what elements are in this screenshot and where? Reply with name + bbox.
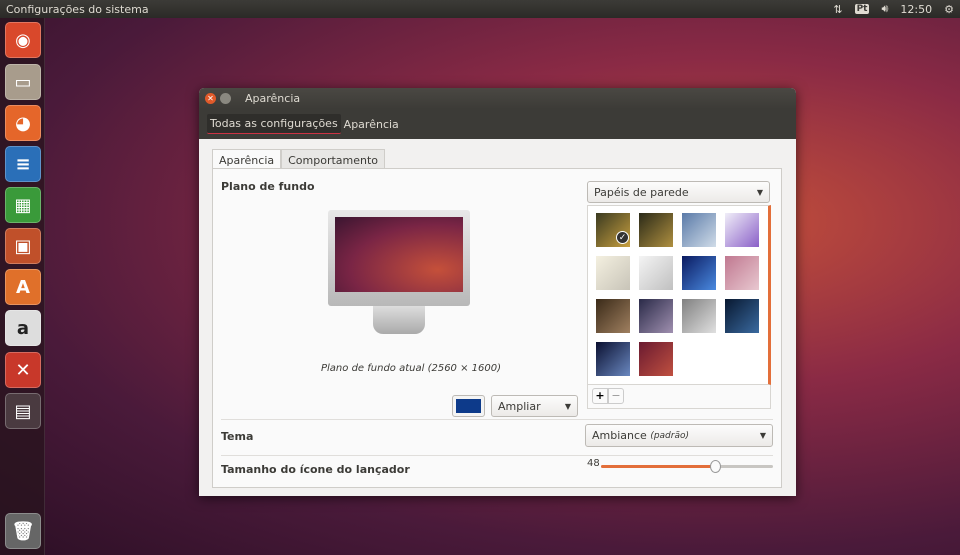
close-button[interactable]: ✕ — [205, 93, 216, 104]
volume-icon[interactable]: 🔊︎ — [881, 2, 888, 16]
wallpaper-thumbnail[interactable] — [639, 213, 673, 247]
gear-icon[interactable]: ⚙ — [944, 3, 954, 16]
wallpaper-toolbar: + − — [587, 385, 771, 409]
theme-default-note: (padrão) — [650, 430, 689, 441]
launcher: ◉ ▭ ◕ ≡ ▦ ▣ Aa ✕ ▤ 🗑 — [0, 18, 45, 555]
background-label: Plano de fundo — [221, 180, 315, 193]
wallpaper-thumbnail[interactable] — [682, 256, 716, 290]
theme-label: Tema — [221, 430, 254, 443]
theme-value: Ambiance — [592, 429, 647, 442]
wallpaper-thumbnail[interactable] — [596, 256, 630, 290]
wallpaper-thumbnail[interactable] — [725, 213, 759, 247]
launcher-amazon-icon[interactable]: a — [5, 310, 41, 346]
wallpaper-thumbnail[interactable] — [725, 299, 759, 333]
keyboard-layout-indicator[interactable]: Pt — [854, 4, 870, 14]
launcher-trash-icon[interactable]: 🗑 — [5, 513, 41, 549]
slider-thumb[interactable] — [709, 460, 721, 473]
chevron-down-icon: ▼ — [759, 431, 766, 440]
launcher-writer-icon[interactable]: ≡ — [5, 146, 41, 182]
launcher-workspace-switcher-icon[interactable]: ▤ — [5, 393, 41, 429]
appearance-window: ✕ Aparência Todas as configurações Aparê… — [199, 88, 796, 496]
breadcrumb: Todas as configurações Aparência — [199, 109, 796, 139]
wallpaper-thumbnail[interactable] — [725, 256, 759, 290]
wallpaper-thumbnail[interactable]: ✓ — [596, 213, 630, 247]
minimize-button[interactable] — [220, 93, 231, 104]
launcher-impress-icon[interactable]: ▣ — [5, 228, 41, 264]
network-icon[interactable]: ⇅ — [833, 3, 842, 16]
top-panel: Configurações do sistema ⇅ Pt 🔊︎ 12:50 ⚙ — [0, 0, 960, 18]
wallpaper-thumbnail[interactable] — [639, 342, 673, 376]
launcher-software-center-icon[interactable]: A — [5, 269, 41, 305]
wallpaper-thumbnail[interactable] — [596, 299, 630, 333]
background-color-button[interactable] — [452, 395, 485, 417]
wallpaper-source-value: Papéis de parede — [594, 185, 689, 199]
monitor-stand — [373, 306, 425, 334]
wallpaper-thumbnail[interactable] — [639, 256, 673, 290]
wallpaper-thumbnail[interactable] — [682, 299, 716, 333]
breadcrumb-appearance[interactable]: Aparência — [341, 115, 402, 134]
monitor-preview — [328, 210, 470, 306]
window-title: Aparência — [245, 92, 301, 105]
add-wallpaper-button[interactable]: + — [592, 388, 608, 404]
chevron-down-icon: ▼ — [756, 187, 763, 197]
background-caption: Plano de fundo atual (2560 × 1600) — [321, 363, 501, 374]
wallpaper-thumbnail[interactable] — [682, 213, 716, 247]
clock[interactable]: 12:50 — [900, 3, 932, 16]
check-icon: ✓ — [616, 231, 629, 244]
app-title: Configurações do sistema — [6, 2, 149, 16]
icon-size-slider[interactable] — [601, 460, 773, 473]
wallpaper-source-dropdown[interactable]: Papéis de parede ▼ — [587, 181, 770, 203]
wallpaper-thumbnail[interactable] — [596, 342, 630, 376]
title-bar: ✕ Aparência — [199, 88, 796, 109]
remove-wallpaper-button[interactable]: − — [608, 388, 624, 404]
icon-size-value: 48 — [587, 458, 600, 469]
background-mode-value: Ampliar — [498, 399, 541, 413]
appearance-panel: Plano de fundo Plano de fundo atual (256… — [212, 168, 782, 488]
launcher-dash-icon[interactable]: ◉ — [5, 22, 41, 58]
background-mode-dropdown[interactable]: Ampliar ▼ — [491, 395, 578, 417]
wallpaper-grid[interactable]: ✓ — [587, 205, 771, 385]
icon-size-label: Tamanho do ícone do lançador — [221, 463, 410, 476]
launcher-firefox-icon[interactable]: ◕ — [5, 105, 41, 141]
launcher-system-settings-icon[interactable]: ✕ — [5, 352, 41, 388]
theme-dropdown[interactable]: Ambiance (padrão) ▼ — [585, 424, 773, 447]
breadcrumb-all-settings[interactable]: Todas as configurações — [207, 114, 341, 134]
wallpaper-thumbnail[interactable] — [639, 299, 673, 333]
launcher-calc-icon[interactable]: ▦ — [5, 187, 41, 223]
chevron-down-icon: ▼ — [564, 401, 571, 411]
launcher-files-icon[interactable]: ▭ — [5, 64, 41, 100]
